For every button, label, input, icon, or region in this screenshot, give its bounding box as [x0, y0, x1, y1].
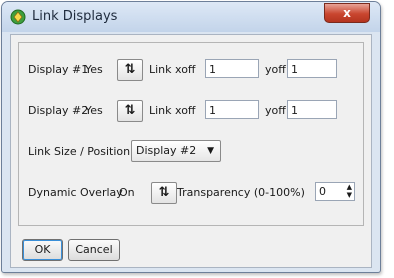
settings-group: Display #1 Yes ⇅ Link xoff 1 yoff 1 Disp… [18, 42, 364, 226]
swap-arrows-icon: ⇅ [124, 62, 136, 77]
display2-toggle-button[interactable]: ⇅ [117, 100, 143, 122]
overlay-toggle-button[interactable]: ⇅ [151, 182, 177, 204]
spinner-arrows-icon[interactable]: ▲ ▼ [347, 183, 352, 199]
title-bar[interactable]: Link Displays x [2, 2, 380, 32]
swap-arrows-icon: ⇅ [124, 103, 136, 118]
display2-yoff-label: yoff [265, 104, 286, 117]
display1-value: Yes [85, 63, 103, 76]
display1-yoff-input[interactable]: 1 [287, 59, 337, 78]
transparency-spinner[interactable]: 0 ▲ ▼ [315, 182, 355, 201]
link-app-icon [10, 9, 26, 25]
transparency-value: 0 [319, 185, 326, 198]
display2-value: Yes [85, 104, 103, 117]
display2-row: Display #2 Yes ⇅ Link xoff 1 yoff 1 [19, 98, 363, 122]
close-icon: x [343, 6, 351, 20]
display1-yoff-label: yoff [265, 63, 286, 76]
close-button[interactable]: x [324, 3, 370, 23]
ok-button[interactable]: OK [22, 239, 63, 261]
link-displays-dialog: Link Displays x Display #1 Yes ⇅ Link xo… [1, 1, 381, 273]
display1-xoff-label: Link xoff [149, 63, 196, 76]
display2-yoff-input[interactable]: 1 [287, 100, 337, 119]
overlay-value: On [119, 186, 135, 199]
cancel-button[interactable]: Cancel [68, 239, 120, 261]
display1-toggle-button[interactable]: ⇅ [117, 59, 143, 81]
display2-xoff-input[interactable]: 1 [205, 100, 259, 119]
link-size-row: Link Size / Position Display #2 ▼ [19, 139, 363, 163]
display1-xoff-input[interactable]: 1 [205, 59, 259, 78]
link-size-selected: Display #2 [136, 144, 197, 157]
link-size-select[interactable]: Display #2 ▼ [131, 140, 221, 162]
display2-label: Display #2 [28, 104, 89, 117]
display1-row: Display #1 Yes ⇅ Link xoff 1 yoff 1 [19, 57, 363, 81]
display2-xoff-label: Link xoff [149, 104, 196, 117]
transparency-label: Transparency (0-100%) [177, 186, 305, 199]
swap-arrows-icon: ⇅ [158, 185, 170, 200]
display1-label: Display #1 [28, 63, 89, 76]
window-title: Link Displays [32, 9, 118, 24]
link-size-label: Link Size / Position [28, 145, 131, 158]
overlay-row: Dynamic Overlay On ⇅ Transparency (0-100… [19, 180, 363, 204]
overlay-label: Dynamic Overlay [28, 186, 123, 199]
dialog-content: Display #1 Yes ⇅ Link xoff 1 yoff 1 Disp… [10, 34, 372, 268]
chevron-down-icon: ▼ [207, 146, 214, 156]
